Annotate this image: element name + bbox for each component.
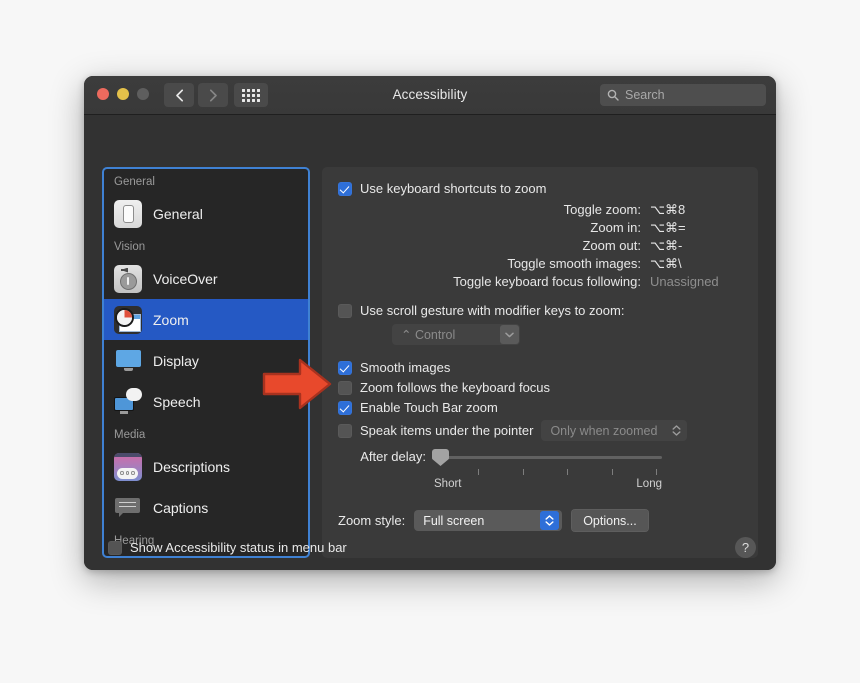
search-field[interactable]: Search (600, 84, 766, 106)
shortcut-key: ⌥⌘= (650, 220, 686, 235)
speech-icon (114, 387, 142, 416)
window-titlebar: Accessibility Search (84, 76, 776, 115)
zoom-options-group: Smooth images Zoom follows the keyboard … (338, 360, 742, 441)
shortcut-key: ⌥⌘\ (650, 256, 682, 271)
zoom-style-label: Zoom style: (338, 513, 406, 528)
window-body: General General Vision VoiceOver Zoom Di… (84, 115, 776, 570)
sidebar-item-label: Captions (153, 499, 209, 516)
sidebar-item-label: Zoom (153, 311, 189, 328)
use-keyboard-shortcuts-row[interactable]: Use keyboard shortcuts to zoom (338, 181, 742, 196)
speak-items-label: Speak items under the pointer (360, 423, 534, 438)
shortcut-row: Toggle keyboard focus following: Unassig… (338, 273, 742, 291)
speak-items-popup: Only when zoomed (541, 420, 688, 441)
scroll-gesture-checkbox[interactable] (338, 304, 352, 318)
sidebar-item-captions[interactable]: Captions (104, 487, 308, 528)
speak-items-value: Only when zoomed (550, 423, 658, 438)
voiceover-icon (114, 264, 142, 293)
shortcut-name: Toggle keyboard focus following: (453, 274, 641, 289)
slider-max-label: Long (636, 478, 662, 490)
slider-end-labels: Short Long (434, 478, 662, 490)
smooth-images-row[interactable]: Smooth images (338, 360, 742, 375)
chevron-down-icon (500, 325, 519, 344)
system-preferences-window: Accessibility Search General General Vis… (84, 76, 776, 570)
sidebar-group-general: General (114, 176, 155, 188)
sidebar-item-zoom[interactable]: Zoom (104, 299, 308, 340)
zoom-follows-focus-label: Zoom follows the keyboard focus (360, 380, 551, 395)
search-icon (607, 89, 619, 101)
shortcut-row: Zoom out: ⌥⌘- (338, 237, 742, 255)
touch-bar-zoom-row[interactable]: Enable Touch Bar zoom (338, 400, 742, 415)
modifier-key-value: ⌃ Control (401, 328, 456, 342)
show-accessibility-status-checkbox[interactable] (108, 541, 122, 555)
general-switch-icon (114, 199, 142, 228)
annotation-arrow-icon (262, 358, 332, 410)
shortcut-name: Toggle smooth images: (507, 256, 641, 271)
captions-icon (114, 494, 142, 522)
show-accessibility-status-label: Show Accessibility status in menu bar (130, 540, 347, 555)
shortcut-row: Toggle zoom: ⌥⌘8 (338, 201, 742, 219)
use-keyboard-shortcuts-checkbox[interactable] (338, 182, 352, 196)
help-button[interactable]: ? (735, 537, 756, 558)
shortcut-row: Zoom in: ⌥⌘= (338, 219, 742, 237)
zoom-style-popup[interactable]: Full screen (414, 510, 563, 531)
use-keyboard-shortcuts-label: Use keyboard shortcuts to zoom (360, 181, 547, 196)
sidebar-item-general[interactable]: General (104, 193, 308, 234)
search-placeholder: Search (625, 88, 665, 102)
shortcut-list: Toggle zoom: ⌥⌘8 Zoom in: ⌥⌘= Zoom out: … (338, 201, 742, 291)
slider-track (434, 456, 662, 459)
slider-ticks (434, 469, 662, 475)
window-bottom-bar: Show Accessibility status in menu bar ? (84, 529, 776, 570)
zoom-follows-focus-row[interactable]: Zoom follows the keyboard focus (338, 380, 742, 395)
shortcut-key: ⌥⌘8 (650, 202, 686, 217)
zoom-style-value: Full screen (423, 513, 485, 528)
shortcut-name: Zoom in: (590, 220, 641, 235)
zoom-settings-panel: Use keyboard shortcuts to zoom Toggle zo… (322, 167, 758, 558)
sidebar-item-label: Speech (153, 393, 201, 410)
show-status-row[interactable]: Show Accessibility status in menu bar (108, 540, 347, 555)
scroll-gesture-label: Use scroll gesture with modifier keys to… (360, 303, 625, 318)
touch-bar-zoom-label: Enable Touch Bar zoom (360, 400, 498, 415)
sidebar-item-voiceover[interactable]: VoiceOver (104, 258, 308, 299)
touch-bar-zoom-checkbox[interactable] (338, 401, 352, 415)
speak-items-checkbox[interactable] (338, 424, 352, 438)
descriptions-icon (114, 452, 142, 481)
modifier-key-popup: ⌃ Control (392, 324, 520, 345)
smooth-images-checkbox[interactable] (338, 361, 352, 375)
stepper-icon (664, 425, 681, 436)
screen: Accessibility Search General General Vis… (0, 0, 860, 683)
shortcut-name: Toggle zoom: (563, 202, 641, 217)
speak-items-row[interactable]: Speak items under the pointer Only when … (338, 420, 742, 441)
sidebar-group-vision: Vision (114, 241, 146, 253)
shortcut-name: Zoom out: (582, 238, 641, 253)
shortcut-key: Unassigned (650, 274, 719, 289)
shortcut-row: Toggle smooth images: ⌥⌘\ (338, 255, 742, 273)
sidebar-item-descriptions[interactable]: Descriptions (104, 446, 308, 487)
shortcut-key: ⌥⌘- (650, 238, 683, 253)
scroll-gesture-row[interactable]: Use scroll gesture with modifier keys to… (338, 303, 742, 318)
stepper-icon (540, 511, 560, 530)
after-delay-label: After delay: (360, 449, 426, 464)
after-delay-row: After delay: Short Long (338, 449, 742, 490)
slider-min-label: Short (434, 478, 462, 490)
modifier-key-row: ⌃ Control (392, 324, 742, 345)
smooth-images-label: Smooth images (360, 360, 451, 375)
sidebar-item-label: VoiceOver (153, 270, 218, 287)
display-icon (114, 347, 142, 375)
sidebar-item-label: General (153, 205, 203, 222)
sidebar-group-media: Media (114, 429, 146, 441)
slider-thumb[interactable] (432, 449, 449, 466)
sidebar-item-label: Descriptions (153, 458, 231, 475)
zoom-icon (114, 305, 142, 334)
sidebar-item-label: Display (153, 352, 199, 369)
zoom-follows-focus-checkbox[interactable] (338, 381, 352, 395)
